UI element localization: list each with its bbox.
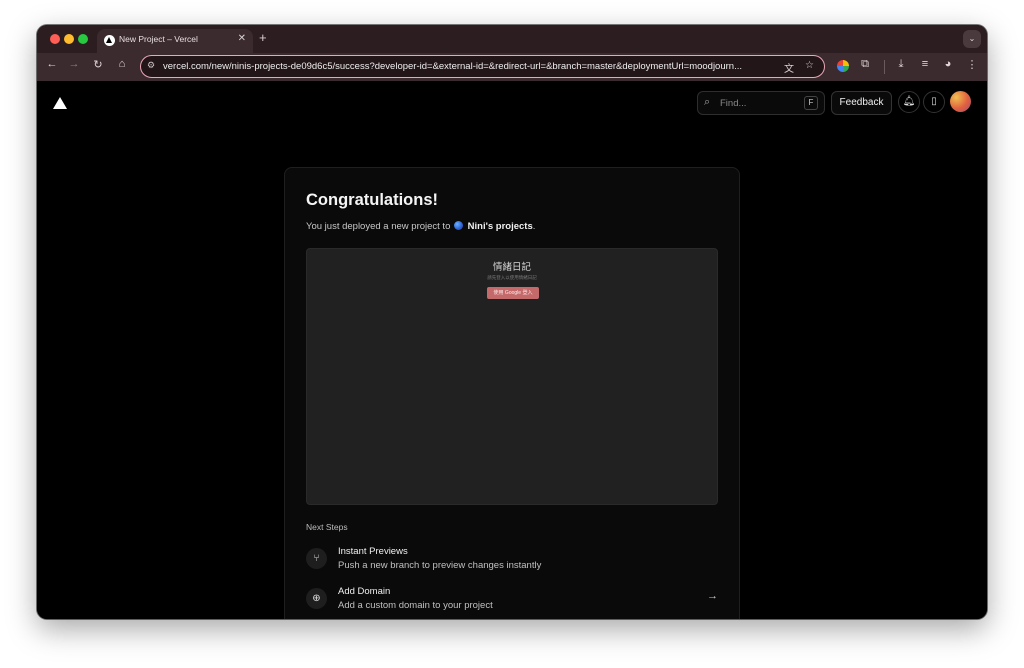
- star-icon[interactable]: ☆: [805, 60, 814, 71]
- docs-book-icon[interactable]: ▯: [923, 91, 945, 113]
- extension-color-icon[interactable]: [837, 60, 849, 72]
- deploy-message-suffix: .: [532, 221, 536, 232]
- step-title: Instant Previews: [338, 546, 408, 557]
- step-description: Push a new branch to preview changes ins…: [338, 560, 542, 571]
- forward-icon[interactable]: →: [66, 58, 82, 70]
- find-search-input[interactable]: ⌕ Find... F: [697, 91, 825, 115]
- team-name-link[interactable]: Nini's projects: [468, 221, 533, 232]
- address-bar[interactable]: ⚙ vercel.com/new/ninis-projects-de09d6c5…: [140, 55, 825, 78]
- preview-app-title: 情緒日記: [492, 262, 531, 273]
- media-icon[interactable]: ≡: [917, 58, 933, 70]
- step-description: Add a custom domain to your project: [338, 600, 493, 611]
- page-title: Congratulations!: [306, 191, 438, 209]
- translate-icon[interactable]: 文: [784, 60, 794, 75]
- find-shortcut-key: F: [804, 96, 818, 110]
- tab-title: New Project – Vercel: [119, 34, 198, 44]
- close-window-button[interactable]: [50, 34, 60, 44]
- team-avatar-icon: [454, 221, 464, 230]
- deploy-message-prefix: You just deployed a new project to: [306, 221, 451, 232]
- vercel-favicon-icon: [104, 35, 115, 46]
- deployment-preview[interactable]: 情緒日記 請先登入以使用情緒日記 使用 Google 登入: [306, 248, 718, 505]
- profile-icon[interactable]: ◕: [940, 58, 956, 70]
- url-text[interactable]: vercel.com/new/ninis-projects-de09d6c5/s…: [163, 61, 783, 72]
- page-content: ⌕ Find... F Feedback 🔔︎ ▯ Congratulation…: [37, 81, 987, 619]
- step-add-domain[interactable]: ⊕ Add Domain Add a custom domain to your…: [306, 584, 718, 614]
- step-instant-previews[interactable]: ⑂ Instant Previews Push a new branch to …: [306, 544, 718, 574]
- browser-window: New Project – Vercel ✕ + ⌄ ← → ↻ ⌂ ⚙ ver…: [37, 25, 987, 619]
- globe-icon: ⊕: [306, 588, 327, 609]
- success-card: Congratulations! You just deployed a new…: [284, 167, 740, 619]
- preview-login-button: 使用 Google 登入: [487, 287, 539, 299]
- home-icon[interactable]: ⌂: [114, 58, 130, 70]
- back-icon[interactable]: ←: [44, 58, 60, 70]
- bell-icon[interactable]: 🔔︎: [898, 91, 920, 113]
- download-icon[interactable]: ⤓: [893, 58, 909, 71]
- feedback-button[interactable]: Feedback: [831, 91, 892, 115]
- arrow-right-icon[interactable]: →: [707, 590, 718, 602]
- reload-icon[interactable]: ↻: [90, 58, 106, 71]
- vercel-logo-icon[interactable]: [53, 97, 67, 109]
- site-info-icon[interactable]: ⚙: [147, 60, 155, 71]
- find-placeholder: Find...: [720, 98, 747, 109]
- browser-toolbar: ← → ↻ ⌂ ⚙ vercel.com/new/ninis-projects-…: [37, 53, 987, 81]
- tab-new-project[interactable]: New Project – Vercel ✕: [97, 29, 253, 53]
- tab-strip: New Project – Vercel ✕ + ⌄: [37, 25, 987, 53]
- minimize-window-button[interactable]: [64, 34, 74, 44]
- search-icon: ⌕: [704, 96, 711, 108]
- avatar[interactable]: [950, 91, 971, 112]
- menu-icon[interactable]: ⋮: [964, 58, 980, 71]
- toolbar-divider: [884, 60, 885, 74]
- tab-search-icon[interactable]: ⌄: [963, 30, 981, 48]
- preview-app-subtitle: 請先登入以使用情緒日記: [487, 275, 537, 280]
- maximize-window-button[interactable]: [78, 34, 88, 44]
- new-tab-button[interactable]: +: [259, 30, 267, 45]
- deploy-message: You just deployed a new project to Nini'…: [306, 221, 535, 232]
- tab-close-icon[interactable]: ✕: [238, 33, 246, 44]
- next-steps-heading: Next Steps: [306, 522, 348, 532]
- git-branch-icon: ⑂: [306, 548, 327, 569]
- step-title: Add Domain: [338, 586, 391, 597]
- extensions-icon[interactable]: ⧉: [857, 58, 873, 71]
